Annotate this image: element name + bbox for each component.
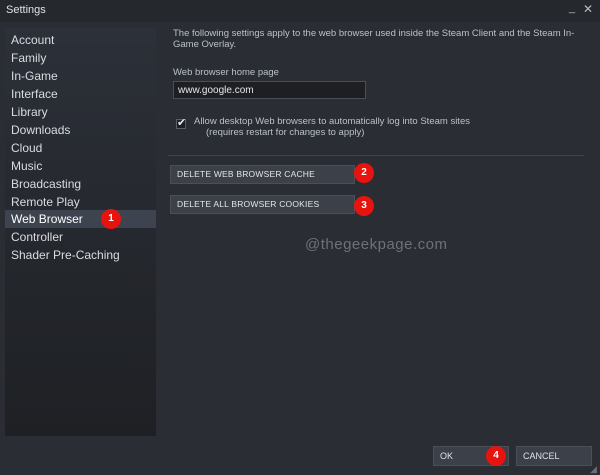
cancel-button[interactable]: CANCEL	[516, 446, 592, 466]
section-divider	[168, 155, 584, 156]
auto-login-line1: Allow desktop Web browsers to automatica…	[194, 116, 470, 127]
minimize-icon[interactable]: _	[569, 2, 575, 14]
sidebar-item-downloads[interactable]: Downloads	[5, 121, 156, 139]
sidebar-item-web-browser[interactable]: Web Browser	[5, 210, 156, 228]
web-browser-description: The following settings apply to the web …	[173, 28, 575, 50]
sidebar-item-broadcasting[interactable]: Broadcasting	[5, 175, 156, 193]
annotation-badge-4: 4	[486, 446, 506, 466]
checkmark-icon: ✔	[177, 117, 187, 129]
sidebar-item-family[interactable]: Family	[5, 49, 156, 67]
settings-sidebar: Account Family In-Game Interface Library…	[5, 28, 156, 436]
resize-grip-icon[interactable]: ◢	[590, 464, 597, 475]
sidebar-item-shader-pre-caching[interactable]: Shader Pre-Caching	[5, 246, 156, 264]
sidebar-item-music[interactable]: Music	[5, 157, 156, 175]
window-title: Settings	[6, 4, 46, 16]
auto-login-line2: (requires restart for changes to apply)	[206, 127, 365, 138]
sidebar-item-remote-play[interactable]: Remote Play	[5, 193, 156, 211]
annotation-badge-3: 3	[354, 196, 374, 216]
sidebar-item-account[interactable]: Account	[5, 31, 156, 49]
delete-browser-cache-button[interactable]: DELETE WEB BROWSER CACHE	[170, 165, 355, 184]
auto-login-label: Allow desktop Web browsers to automatica…	[194, 116, 494, 138]
home-page-input[interactable]	[173, 81, 366, 99]
annotation-badge-2: 2	[354, 163, 374, 183]
sidebar-item-in-game[interactable]: In-Game	[5, 67, 156, 85]
sidebar-item-controller[interactable]: Controller	[5, 228, 156, 246]
delete-browser-cookies-button[interactable]: DELETE ALL BROWSER COOKIES	[170, 195, 355, 214]
sidebar-item-interface[interactable]: Interface	[5, 85, 156, 103]
sidebar-item-cloud[interactable]: Cloud	[5, 139, 156, 157]
home-page-label: Web browser home page	[173, 67, 279, 78]
sidebar-item-library[interactable]: Library	[5, 103, 156, 121]
auto-login-checkbox[interactable]: ✔	[176, 117, 187, 129]
annotation-badge-1: 1	[101, 209, 121, 229]
close-icon[interactable]: ✕	[583, 2, 593, 16]
title-bar: Settings _ ✕	[0, 0, 600, 22]
watermark-text: @thegeekpage.com	[305, 236, 448, 253]
